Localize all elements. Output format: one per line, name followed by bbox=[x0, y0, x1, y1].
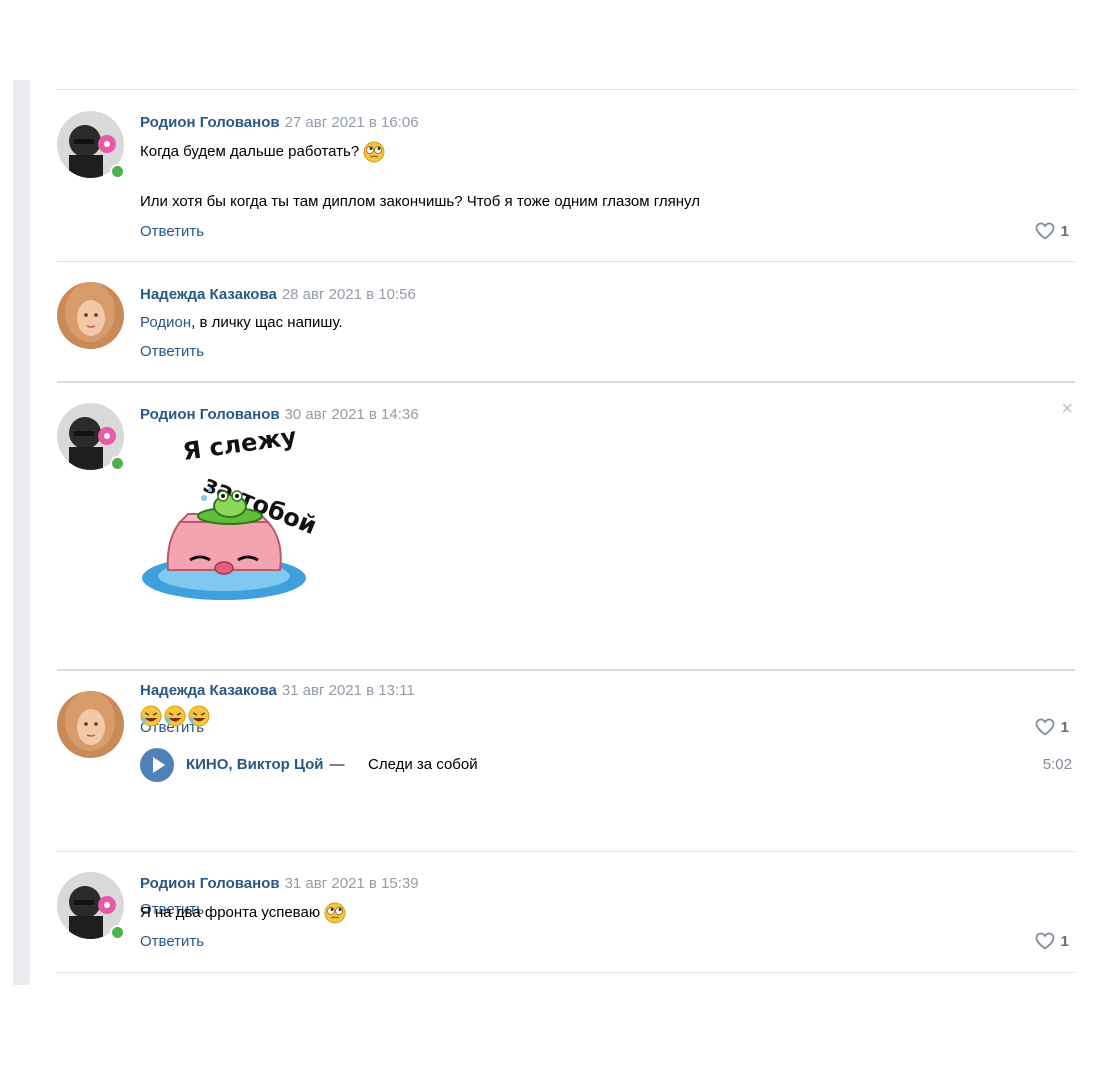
separator bbox=[57, 261, 1075, 262]
avatar-nadezhda-image bbox=[57, 691, 124, 758]
like-count: 1 bbox=[1060, 932, 1069, 950]
close-icon[interactable]: × bbox=[1061, 398, 1073, 421]
comment-text: Я на два фронта успеваю bbox=[140, 902, 346, 924]
reply-link[interactable]: Ответить bbox=[140, 343, 204, 360]
author-name[interactable]: Родион Голованов bbox=[140, 875, 280, 892]
comment-text-line1: Когда будем дальше работать? bbox=[140, 142, 360, 160]
eyes-rolling-emoji-icon bbox=[363, 141, 385, 163]
separator bbox=[57, 851, 1075, 852]
separator bbox=[57, 972, 1075, 973]
audio-artist[interactable]: КИНО, Виктор Цой bbox=[186, 756, 324, 773]
comment-date[interactable]: 31 авг 2021 в 13:11 bbox=[282, 682, 415, 699]
like-count: 1 bbox=[1060, 718, 1069, 736]
online-indicator bbox=[110, 456, 125, 471]
separator bbox=[57, 669, 1075, 671]
audio-duration: 5:02 bbox=[1042, 756, 1072, 773]
author-name[interactable]: Надежда Казакова bbox=[140, 682, 277, 699]
like-button[interactable]: 1 bbox=[1035, 932, 1069, 950]
rofl-emoji-icon bbox=[140, 705, 210, 727]
audio-dash: — bbox=[329, 756, 345, 773]
author-name[interactable]: Родион Голованов bbox=[140, 114, 280, 131]
audio-artist-line: КИНО, Виктор Цой — bbox=[186, 756, 351, 773]
comment-text-body: Я на два фронта успеваю bbox=[140, 903, 321, 921]
avatar-nadezhda[interactable] bbox=[57, 691, 124, 758]
comment-date[interactable]: 30 авг 2021 в 14:36 bbox=[285, 406, 419, 423]
sticker-frog-watching[interactable]: Я слежу за тобой bbox=[140, 422, 325, 615]
comment-date[interactable]: 31 авг 2021 в 15:39 bbox=[285, 875, 419, 892]
reply-link[interactable]: Ответить bbox=[140, 933, 204, 950]
online-indicator bbox=[110, 925, 125, 940]
comment-text: Родион, в личку щас напишу. bbox=[140, 314, 343, 331]
like-button[interactable]: 1 bbox=[1035, 718, 1069, 736]
online-indicator bbox=[110, 164, 125, 179]
comment-emoji-row bbox=[140, 705, 212, 731]
comment-text: Когда будем дальше работать? bbox=[140, 141, 385, 163]
comment-header: Надежда Казакова 31 авг 2021 в 13:11 bbox=[140, 682, 415, 699]
like-count: 1 bbox=[1060, 222, 1069, 240]
audio-title[interactable]: Следи за собой bbox=[368, 756, 478, 773]
comment-text-body: , в личку щас напишу. bbox=[191, 314, 343, 331]
reply-link[interactable]: Ответить bbox=[140, 223, 204, 240]
comment-date[interactable]: 27 авг 2021 в 16:06 bbox=[285, 114, 419, 131]
comment-header: Родион Голованов 30 авг 2021 в 14:36 bbox=[140, 406, 419, 423]
audio-attachment: КИНО, Виктор Цой — Следи за собой 5:02 bbox=[140, 748, 1075, 782]
left-sidebar-strip bbox=[13, 80, 30, 985]
author-name[interactable]: Родион Голованов bbox=[140, 406, 280, 423]
avatar-nadezhda[interactable] bbox=[57, 282, 124, 349]
avatar-nadezhda-image bbox=[57, 282, 124, 349]
mention-link[interactable]: Родион bbox=[140, 314, 191, 331]
comment-header: Надежда Казакова 28 авг 2021 в 10:56 bbox=[140, 286, 416, 303]
comment-header: Родион Голованов 31 авг 2021 в 15:39 bbox=[140, 875, 419, 892]
sticker-caption-line1: Я слежу bbox=[181, 430, 299, 466]
comment-text-line2: Или хотя бы когда ты там диплом закончиш… bbox=[140, 193, 700, 210]
separator bbox=[57, 89, 1075, 90]
sticker-image: Я слежу за тобой bbox=[142, 422, 321, 600]
comment-date[interactable]: 28 авг 2021 в 10:56 bbox=[282, 286, 416, 303]
eyes-rolling-emoji-icon bbox=[324, 902, 346, 924]
heart-icon bbox=[1035, 222, 1055, 240]
comment-header: Родион Голованов 27 авг 2021 в 16:06 bbox=[140, 114, 419, 131]
separator bbox=[57, 381, 1075, 383]
author-name[interactable]: Надежда Казакова bbox=[140, 286, 277, 303]
heart-icon bbox=[1035, 718, 1055, 736]
like-button[interactable]: 1 bbox=[1035, 222, 1069, 240]
play-icon[interactable] bbox=[140, 748, 174, 782]
heart-icon bbox=[1035, 932, 1055, 950]
